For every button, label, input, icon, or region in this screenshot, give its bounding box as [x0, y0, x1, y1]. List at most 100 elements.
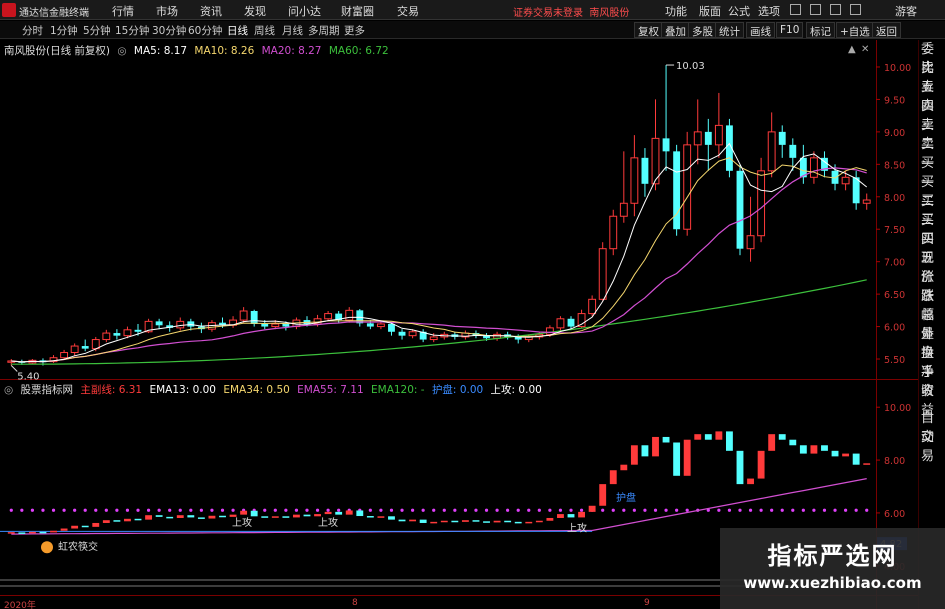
- side-label-16[interactable]: 换手: [919, 344, 945, 380]
- price-tick-label-2: 9.00: [884, 128, 905, 139]
- side-label-4[interactable]: 卖二: [919, 116, 945, 152]
- menu-market[interactable]: 市场: [156, 3, 178, 19]
- menu-layout[interactable]: 版面: [699, 3, 721, 19]
- side-label-18[interactable]: 收益: [919, 382, 945, 418]
- settings-icon[interactable]: ◎: [117, 45, 126, 57]
- side-label-8[interactable]: 买三: [919, 192, 945, 228]
- side-label-17[interactable]: 净资: [919, 363, 945, 399]
- ind-dot-77: [822, 508, 827, 512]
- period-more[interactable]: 更多: [344, 23, 365, 38]
- menu-discover[interactable]: 发现: [244, 3, 266, 19]
- candle-body-5: [60, 352, 69, 359]
- back-button[interactable]: 返回: [872, 22, 901, 38]
- ind-dot-80: [854, 508, 858, 512]
- menu-ask[interactable]: 问小达: [288, 3, 321, 19]
- ind-bar-52: [557, 514, 564, 518]
- candle-body-36: [388, 323, 395, 332]
- add-watchlist-button[interactable]: +自选: [836, 22, 874, 38]
- period-tick[interactable]: 分时: [22, 23, 43, 38]
- candle-body-69: [736, 170, 744, 249]
- login-notice[interactable]: 证券交易未登录 南风股份: [513, 4, 629, 19]
- menu-trade[interactable]: 交易: [397, 3, 419, 19]
- side-label-1[interactable]: 卖五: [919, 59, 945, 95]
- side-label-6[interactable]: 买一: [919, 154, 945, 190]
- restore-icon[interactable]: [830, 4, 841, 15]
- side-label-15[interactable]: 外盘: [919, 325, 945, 361]
- ind-dot-28: [305, 508, 309, 512]
- menu-news[interactable]: 资讯: [200, 3, 222, 19]
- ind-bar-13: [145, 515, 153, 520]
- side-label-3[interactable]: 卖三: [919, 97, 945, 133]
- ind-bar-28: [303, 514, 311, 517]
- indicator-settings-icon[interactable]: ◎: [4, 384, 13, 396]
- ind-bar-5: [60, 528, 68, 531]
- period-30min[interactable]: 30分钟: [152, 23, 186, 38]
- side-label-14[interactable]: 总量: [919, 306, 945, 342]
- side-label-9[interactable]: 买四: [919, 211, 945, 247]
- menu-function[interactable]: 功能: [665, 3, 687, 19]
- candle-body-71: [757, 170, 766, 237]
- ind-dot-71: [759, 508, 763, 512]
- candle-body-35: [376, 323, 385, 328]
- menu-quotes[interactable]: 行情: [112, 3, 134, 19]
- collapse-icon[interactable]: ▲: [848, 44, 856, 55]
- side-label-2[interactable]: 卖四: [919, 78, 945, 114]
- price-tick-label-6: 7.00: [884, 258, 905, 269]
- period-1min[interactable]: 1分钟: [50, 23, 78, 38]
- period-month[interactable]: 月线: [282, 23, 303, 38]
- ind-bar-16: [176, 515, 184, 518]
- side-label-11[interactable]: 现价: [919, 249, 945, 285]
- ind-bar-76: [810, 445, 818, 454]
- side-label-20[interactable]: 交易: [919, 428, 945, 464]
- ind-bar-77: [821, 445, 828, 451]
- side-label-7[interactable]: 买二: [919, 173, 945, 209]
- side-label-19[interactable]: 自动: [919, 409, 945, 445]
- main-kline-chart[interactable]: 10.00 9.50 9.00 8.50 8.00 7.50 7.00 6.50 6.00 5.5…: [0, 40, 945, 383]
- candle-body-60: [641, 157, 649, 184]
- guest-user[interactable]: 游客: [895, 3, 917, 19]
- side-label-5[interactable]: 卖一: [919, 135, 945, 171]
- ind-bar-78: [831, 450, 839, 457]
- draw-button[interactable]: 画线: [746, 22, 775, 38]
- ind-bar-2: [28, 531, 36, 534]
- close-panel-icon[interactable]: ✕: [861, 44, 869, 55]
- candle-body-76: [809, 157, 818, 178]
- ind-dot-61: [653, 508, 658, 512]
- kline-svg[interactable]: 10.00 9.50 9.00 8.50 8.00 7.50 7.00 6.50 6.00 5.5…: [0, 40, 918, 383]
- mark-button[interactable]: 标记: [806, 22, 835, 38]
- top-menu-bar: 通达信金融终端 行情 市场 资讯 发现 问小达 财富圈 交易 证券交易未登录 南…: [0, 0, 945, 20]
- ma60-label: MA60: 6.72: [328, 45, 389, 57]
- multi-stock-button[interactable]: 多股: [688, 22, 717, 38]
- chart-title: 南风股份(日线 前复权): [4, 45, 111, 57]
- side-label-0[interactable]: 委比: [919, 40, 945, 76]
- ind-dot-74: [791, 508, 795, 512]
- period-week[interactable]: 周线: [254, 23, 275, 38]
- ind-bar-40: [430, 521, 438, 524]
- stats-button[interactable]: 统计: [715, 22, 744, 38]
- ind-dot-81: [865, 508, 869, 512]
- main-sub-line-label: 主副线: 6.31: [80, 384, 143, 396]
- period-5min[interactable]: 5分钟: [83, 23, 111, 38]
- period-multi[interactable]: 多周期: [308, 23, 340, 38]
- menu-wealth[interactable]: 财富圈: [341, 3, 374, 19]
- candle-body-64: [683, 144, 692, 230]
- ind-tick-label-1: 8.00: [884, 456, 905, 467]
- maximize-icon[interactable]: [810, 4, 821, 15]
- side-label-12[interactable]: 涨跌: [919, 268, 945, 304]
- minimize-icon[interactable]: [790, 4, 801, 15]
- adjust-button[interactable]: 复权: [634, 22, 663, 38]
- menu-options[interactable]: 选项: [758, 3, 780, 19]
- period-day[interactable]: 日线: [227, 23, 248, 38]
- side-label-13[interactable]: 涨幅: [919, 287, 945, 323]
- ind-bar-12: [134, 518, 142, 521]
- side-label-10[interactable]: 买五: [919, 230, 945, 266]
- period-60min[interactable]: 60分钟: [188, 23, 222, 38]
- period-15min[interactable]: 15分钟: [115, 23, 149, 38]
- close-icon[interactable]: [850, 4, 861, 15]
- f10-button[interactable]: F10: [776, 22, 804, 38]
- overlay-button[interactable]: 叠加: [661, 22, 690, 38]
- ind-bar-60: [641, 445, 649, 457]
- attack-label: 上攻: 0.00: [490, 384, 542, 396]
- menu-formula[interactable]: 公式: [728, 3, 750, 19]
- price-tick-label-8: 6.00: [884, 323, 905, 334]
